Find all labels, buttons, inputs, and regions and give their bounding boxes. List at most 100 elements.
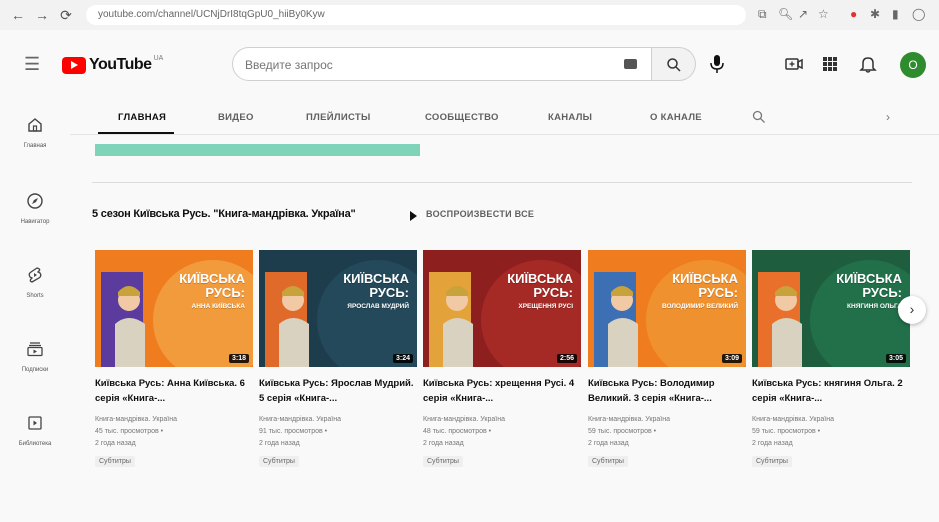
keyboard-icon[interactable] bbox=[624, 59, 637, 69]
video-meta: Книга-мандрівка. Україна 91 тыс. просмотр… bbox=[259, 414, 417, 450]
video-duration: 3:18 bbox=[228, 354, 249, 363]
thumbnail-title-text: КИЇВСЬКА РУСЬ: bbox=[343, 271, 409, 300]
sidebar-item-explore[interactable]: Навигатор bbox=[0, 192, 70, 225]
subscriptions-icon bbox=[27, 342, 43, 357]
microphone-icon[interactable] bbox=[708, 54, 726, 74]
view-count: 59 тыс. просмотров • bbox=[752, 428, 821, 435]
video-duration: 3:09 bbox=[721, 354, 742, 363]
tab-community[interactable]: СООБЩЕСТВО bbox=[425, 112, 499, 123]
youtube-header: ☰ YouTube UA O bbox=[0, 30, 939, 100]
logo-country: UA bbox=[153, 55, 164, 62]
create-video-icon[interactable] bbox=[784, 54, 804, 74]
view-count: 91 тыс. просмотров • bbox=[259, 428, 328, 435]
tab-videos[interactable]: ВИДЕО bbox=[218, 112, 254, 123]
share-icon[interactable]: ↗ bbox=[798, 7, 808, 21]
video-meta: Книга-мандрівка. Україна 45 тыс. просмотр… bbox=[95, 414, 253, 450]
thumbnail-title-text: КИЇВСЬКА РУСЬ: bbox=[179, 271, 245, 300]
video-thumbnail[interactable]: КИЇВСЬКА РУСЬ: АННА КИЇВСЬКА 3:18 bbox=[95, 250, 253, 367]
shelf-next-button[interactable]: › bbox=[898, 296, 926, 324]
thumbnail-subtitle: ХРЕЩЕННЯ РУСІ bbox=[518, 303, 573, 310]
puzzle-icon[interactable]: ✱ bbox=[870, 7, 880, 21]
subtitles-badge: Субтитры bbox=[423, 456, 463, 467]
video-thumbnail[interactable]: КИЇВСЬКА РУСЬ: ХРЕЩЕННЯ РУСІ 2:56 bbox=[423, 250, 581, 367]
youtube-play-icon bbox=[62, 56, 86, 74]
upload-age: 2 года назад bbox=[423, 440, 464, 447]
tab-about[interactable]: О КАНАЛЕ bbox=[650, 112, 702, 123]
back-icon[interactable]: ← bbox=[10, 7, 26, 23]
video-card[interactable]: КИЇВСЬКА РУСЬ: ЯРОСЛАВ МУДРИЙ 3:24 Київська… bbox=[259, 250, 417, 468]
channel-name[interactable]: Книга-мандрівка. Україна bbox=[423, 414, 581, 426]
subtitles-badge: Субтитры bbox=[259, 456, 299, 467]
hamburger-menu-icon[interactable]: ☰ bbox=[24, 54, 40, 75]
extension-icon[interactable]: ⧉ bbox=[758, 7, 767, 22]
thumbnail-subtitle: ВОЛОДИМИР ВЕЛИКИЙ bbox=[661, 303, 738, 310]
channel-search-icon[interactable] bbox=[752, 110, 766, 124]
upload-age: 2 года назад bbox=[588, 440, 629, 447]
browser-toolbar: ← → ⟳ youtube.com/channel/UCNjDrI8tqGpU0… bbox=[0, 0, 939, 31]
view-count: 59 тыс. просмотров • bbox=[588, 428, 657, 435]
channel-tabs: ГЛАВНАЯ ВИДЕО ПЛЕЙЛИСТЫ СООБЩЕСТВО КАНАЛ… bbox=[70, 100, 939, 135]
url-text: youtube.com/channel/UCNjDrI8tqGpU0_hiiBy… bbox=[98, 9, 325, 20]
thumbnail-title: КИЇВСЬКА РУСЬ: ЯРОСЛАВ МУДРИЙ bbox=[309, 272, 409, 311]
upload-age: 2 года назад bbox=[259, 440, 300, 447]
search-box bbox=[232, 47, 652, 81]
channel-name[interactable]: Книга-мандрівка. Україна bbox=[588, 414, 746, 426]
video-card[interactable]: КИЇВСЬКА РУСЬ: ХРЕЩЕННЯ РУСІ 2:56 Київська … bbox=[423, 250, 581, 468]
video-card[interactable]: КИЇВСЬКА РУСЬ: АННА КИЇВСЬКА 3:18 Київська … bbox=[95, 250, 253, 468]
video-title[interactable]: Київська Русь: хрещення Русі. 4 серія «К… bbox=[423, 376, 581, 406]
forward-icon[interactable]: → bbox=[34, 7, 50, 23]
video-title[interactable]: Київська Русь: Володимир Великий. 3 сері… bbox=[588, 376, 746, 406]
video-card[interactable]: КИЇВСЬКА РУСЬ: КНЯГИНЯ ОЛЬГА 3:05 Київська … bbox=[752, 250, 910, 468]
apps-grid-icon[interactable] bbox=[820, 54, 840, 74]
sidebar-item-label: Главная bbox=[23, 143, 47, 149]
subtitles-badge: Субтитры bbox=[95, 456, 135, 467]
sidebar-item-label: Библиотека bbox=[18, 441, 52, 447]
view-count: 48 тыс. просмотров • bbox=[423, 428, 492, 435]
sidebar-item-label: Подписки bbox=[21, 367, 49, 373]
channel-name[interactable]: Книга-мандрівка. Україна bbox=[259, 414, 417, 426]
video-thumbnail[interactable]: КИЇВСЬКА РУСЬ: КНЯГИНЯ ОЛЬГА 3:05 bbox=[752, 250, 910, 367]
tab-playlists[interactable]: ПЛЕЙЛИСТЫ bbox=[306, 112, 371, 123]
address-bar[interactable]: youtube.com/channel/UCNjDrI8tqGpU0_hiiBy… bbox=[86, 5, 746, 25]
video-title[interactable]: Київська Русь: Анна Київська. 6 серія «К… bbox=[95, 376, 253, 406]
zoom-icon[interactable]: 🔍︎ bbox=[778, 7, 793, 21]
sidebar-toggle-icon[interactable]: ▮ bbox=[892, 7, 899, 21]
reload-icon[interactable]: ⟳ bbox=[58, 7, 74, 23]
channel-name[interactable]: Книга-мандрівка. Україна bbox=[95, 414, 253, 426]
tab-home[interactable]: ГЛАВНАЯ bbox=[118, 112, 166, 123]
upload-age: 2 года назад bbox=[95, 440, 136, 447]
tab-channels[interactable]: КАНАЛЫ bbox=[548, 112, 592, 123]
sidebar-item-subscriptions[interactable]: Подписки bbox=[0, 340, 70, 373]
search-input[interactable] bbox=[243, 57, 607, 73]
video-duration: 3:05 bbox=[885, 354, 906, 363]
view-count: 45 тыс. просмотров • bbox=[95, 428, 164, 435]
user-avatar[interactable]: O bbox=[900, 52, 926, 78]
bookmark-star-icon[interactable]: ☆ bbox=[818, 7, 829, 21]
notifications-bell-icon[interactable] bbox=[858, 54, 878, 74]
search-icon bbox=[667, 58, 681, 72]
shelf-title[interactable]: 5 сезон Київська Русь. "Книга-мандрівка.… bbox=[92, 208, 356, 220]
channel-name[interactable]: Книга-мандрівка. Україна bbox=[752, 414, 910, 426]
play-icon bbox=[410, 211, 417, 221]
video-duration: 2:56 bbox=[556, 354, 577, 363]
video-title[interactable]: Київська Русь: Ярослав Мудрий. 5 серія «… bbox=[259, 376, 417, 406]
profile-icon[interactable]: ◯ bbox=[912, 7, 925, 21]
video-meta: Книга-мандрівка. Україна 48 тыс. просмотр… bbox=[423, 414, 581, 450]
video-title[interactable]: Київська Русь: княгиня Ольга. 2 серія «К… bbox=[752, 376, 910, 406]
shorts-icon bbox=[28, 267, 42, 283]
search-button[interactable] bbox=[652, 47, 696, 81]
thumbnail-title-text: КИЇВСЬКА РУСЬ: bbox=[836, 271, 902, 300]
extension-red-icon[interactable]: ● bbox=[850, 7, 857, 21]
sidebar-item-home[interactable]: Главная bbox=[0, 116, 70, 149]
video-thumbnail[interactable]: КИЇВСЬКА РУСЬ: ЯРОСЛАВ МУДРИЙ 3:24 bbox=[259, 250, 417, 367]
tabs-scroll-right-icon[interactable]: › bbox=[886, 110, 890, 124]
compass-icon bbox=[27, 193, 43, 209]
video-card[interactable]: КИЇВСЬКА РУСЬ: ВОЛОДИМИР ВЕЛИКИЙ 3:09 Київс… bbox=[588, 250, 746, 468]
active-tab-underline bbox=[98, 132, 174, 134]
video-thumbnail[interactable]: КИЇВСЬКА РУСЬ: ВОЛОДИМИР ВЕЛИКИЙ 3:09 bbox=[588, 250, 746, 367]
subtitles-badge: Субтитры bbox=[752, 456, 792, 467]
previous-video-thumbnail-edge[interactable] bbox=[95, 144, 420, 156]
sidebar-item-shorts[interactable]: Shorts bbox=[0, 266, 70, 299]
sidebar-item-library[interactable]: Библиотека bbox=[0, 414, 70, 447]
youtube-logo[interactable]: YouTube UA bbox=[62, 55, 163, 75]
